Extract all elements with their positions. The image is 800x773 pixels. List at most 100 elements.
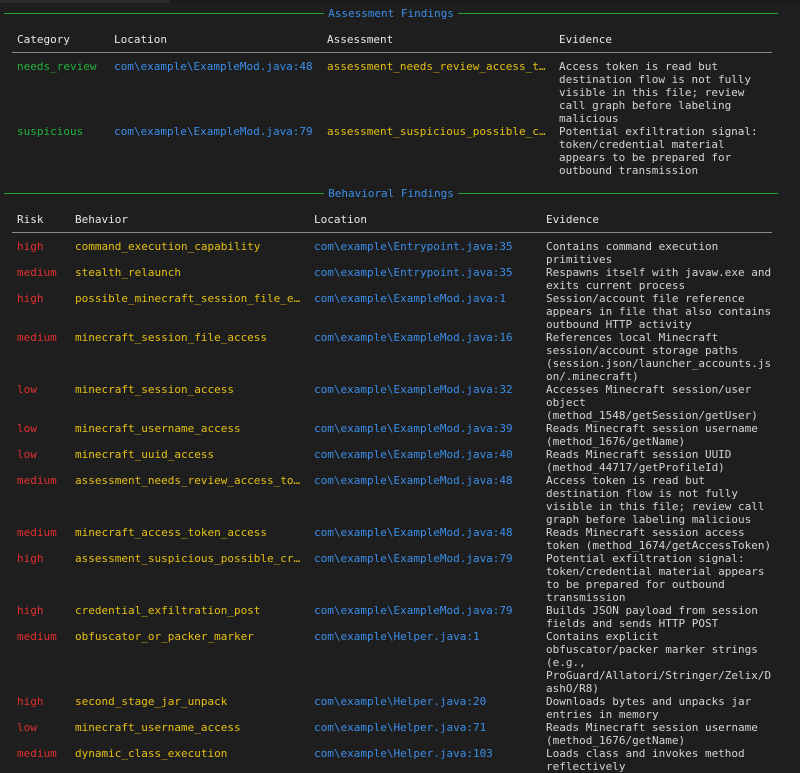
risk-cell: medium [12, 474, 70, 526]
table-header-row: Category Location Assessment Evidence [12, 33, 772, 53]
risk-cell: high [12, 552, 70, 604]
location-cell: com\example\ExampleMod.java:16 [309, 331, 541, 383]
column-header-category: Category [12, 33, 109, 53]
evidence-cell: Contains explicit obfuscator/packer mark… [541, 630, 772, 695]
assessment-findings-header: Assessment Findings [4, 7, 778, 20]
table-row: suspiciouscom\example\ExampleMod.java:79… [12, 125, 772, 177]
behavior-cell: possible_minecraft_session_file_e… [70, 292, 309, 331]
table-row: mediumminecraft_access_token_accesscom\e… [12, 526, 772, 552]
behavior-cell: minecraft_access_token_access [70, 526, 309, 552]
risk-cell: medium [12, 630, 70, 695]
column-header-behavior: Behavior [70, 213, 309, 233]
evidence-cell: Access token is read but destination flo… [541, 474, 772, 526]
evidence-cell: Potential exfiltration signal: token/cre… [554, 125, 772, 177]
behavior-cell: minecraft_session_file_access [70, 331, 309, 383]
location-cell: com\example\ExampleMod.java:48 [309, 526, 541, 552]
behavior-cell: second_stage_jar_unpack [70, 695, 309, 721]
risk-cell: high [12, 292, 70, 331]
risk-cell: high [12, 695, 70, 721]
evidence-cell: Session/account file reference appears i… [541, 292, 772, 331]
risk-cell: low [12, 383, 70, 422]
location-cell: com\example\ExampleMod.java:40 [309, 448, 541, 474]
table-row: highcredential_exfiltration_postcom\exam… [12, 604, 772, 630]
evidence-cell: Reads Minecraft session UUID (method_447… [541, 448, 772, 474]
evidence-cell: Reads Minecraft session access token (me… [541, 526, 772, 552]
risk-cell: medium [12, 266, 70, 292]
table-row: lowminecraft_username_accesscom\example\… [12, 721, 772, 747]
location-cell: com\example\ExampleMod.java:1 [309, 292, 541, 331]
location-cell: com\example\ExampleMod.java:39 [309, 422, 541, 448]
location-cell: com\example\Entrypoint.java:35 [309, 233, 541, 267]
risk-cell: medium [12, 526, 70, 552]
evidence-cell: Access token is read but destination flo… [554, 53, 772, 126]
assessment-findings-title: Assessment Findings [324, 7, 458, 20]
table-row: mediumobfuscator_or_packer_markercom\exa… [12, 630, 772, 695]
behavior-cell: minecraft_session_access [70, 383, 309, 422]
evidence-cell: Contains command execution primitives [541, 233, 772, 267]
table-row: highcommand_execution_capabilitycom\exam… [12, 233, 772, 267]
column-header-location: Location [109, 33, 322, 53]
location-cell: com\example\ExampleMod.java:79 [309, 604, 541, 630]
location-cell: com\example\ExampleMod.java:79 [109, 125, 322, 177]
evidence-cell: Loads class and invokes method reflectiv… [541, 747, 772, 773]
location-cell: com\example\ExampleMod.java:79 [309, 552, 541, 604]
risk-cell: medium [12, 747, 70, 773]
table-row: mediumminecraft_session_file_accesscom\e… [12, 331, 772, 383]
evidence-cell: Reads Minecraft session username (method… [541, 422, 772, 448]
table-row: needs_reviewcom\example\ExampleMod.java:… [12, 53, 772, 126]
category-cell: suspicious [12, 125, 109, 177]
behavior-cell: minecraft_username_access [70, 422, 309, 448]
behavioral-rows: highcommand_execution_capabilitycom\exam… [12, 233, 772, 773]
evidence-cell: Builds JSON payload from session fields … [541, 604, 772, 630]
behavior-cell: obfuscator_or_packer_marker [70, 630, 309, 695]
table-row: highassessment_suspicious_possible_cr…co… [12, 552, 772, 604]
location-cell: com\example\Helper.java:1 [309, 630, 541, 695]
table-row: mediumdynamic_class_executioncom\example… [12, 747, 772, 773]
location-cell: com\example\ExampleMod.java:32 [309, 383, 541, 422]
behavior-cell: command_execution_capability [70, 233, 309, 267]
table-row: mediumassessment_needs_review_access_to…… [12, 474, 772, 526]
evidence-cell: Downloads bytes and unpacks jar entries … [541, 695, 772, 721]
location-cell: com\example\Helper.java:103 [309, 747, 541, 773]
column-header-evidence: Evidence [554, 33, 772, 53]
evidence-cell: Reads Minecraft session username (method… [541, 721, 772, 747]
location-cell: com\example\Entrypoint.java:35 [309, 266, 541, 292]
column-header-assessment: Assessment [322, 33, 554, 53]
table-row: highsecond_stage_jar_unpackcom\example\H… [12, 695, 772, 721]
behavior-cell: minecraft_uuid_access [70, 448, 309, 474]
table-row: highpossible_minecraft_session_file_e…co… [12, 292, 772, 331]
risk-cell: low [12, 448, 70, 474]
behavior-cell: credential_exfiltration_post [70, 604, 309, 630]
behavioral-findings-table: Risk Behavior Location Evidence highcomm… [12, 213, 772, 773]
table-row: mediumstealth_relaunchcom\example\Entryp… [12, 266, 772, 292]
column-header-evidence: Evidence [541, 213, 772, 233]
table-row: lowminecraft_username_accesscom\example\… [12, 422, 772, 448]
behavioral-findings-title: Behavioral Findings [324, 187, 458, 200]
behavior-cell: assessment_suspicious_possible_cr… [70, 552, 309, 604]
risk-cell: high [12, 233, 70, 267]
behavior-cell: dynamic_class_execution [70, 747, 309, 773]
behavior-cell: stealth_relaunch [70, 266, 309, 292]
location-cell: com\example\ExampleMod.java:48 [309, 474, 541, 526]
location-cell: com\example\Helper.java:20 [309, 695, 541, 721]
column-header-risk: Risk [12, 213, 70, 233]
table-header-row: Risk Behavior Location Evidence [12, 213, 772, 233]
category-cell: needs_review [12, 53, 109, 126]
assessment-cell: assessment_needs_review_access_t… [322, 53, 554, 126]
location-cell: com\example\ExampleMod.java:48 [109, 53, 322, 126]
assessment-rows: needs_reviewcom\example\ExampleMod.java:… [12, 53, 772, 178]
evidence-cell: Respawns itself with javaw.exe and exits… [541, 266, 772, 292]
assessment-findings-table: Category Location Assessment Evidence ne… [12, 33, 772, 177]
evidence-cell: Accesses Minecraft session/user object (… [541, 383, 772, 422]
assessment-cell: assessment_suspicious_possible_c… [322, 125, 554, 177]
evidence-cell: Potential exfiltration signal: token/cre… [541, 552, 772, 604]
table-row: lowminecraft_session_accesscom\example\E… [12, 383, 772, 422]
risk-cell: high [12, 604, 70, 630]
behavior-cell: assessment_needs_review_access_to… [70, 474, 309, 526]
evidence-cell: References local Minecraft session/accou… [541, 331, 772, 383]
tab-indicator [0, 0, 170, 3]
table-row: lowminecraft_uuid_accesscom\example\Exam… [12, 448, 772, 474]
behavioral-findings-header: Behavioral Findings [4, 187, 778, 200]
behavior-cell: minecraft_username_access [70, 721, 309, 747]
risk-cell: low [12, 721, 70, 747]
